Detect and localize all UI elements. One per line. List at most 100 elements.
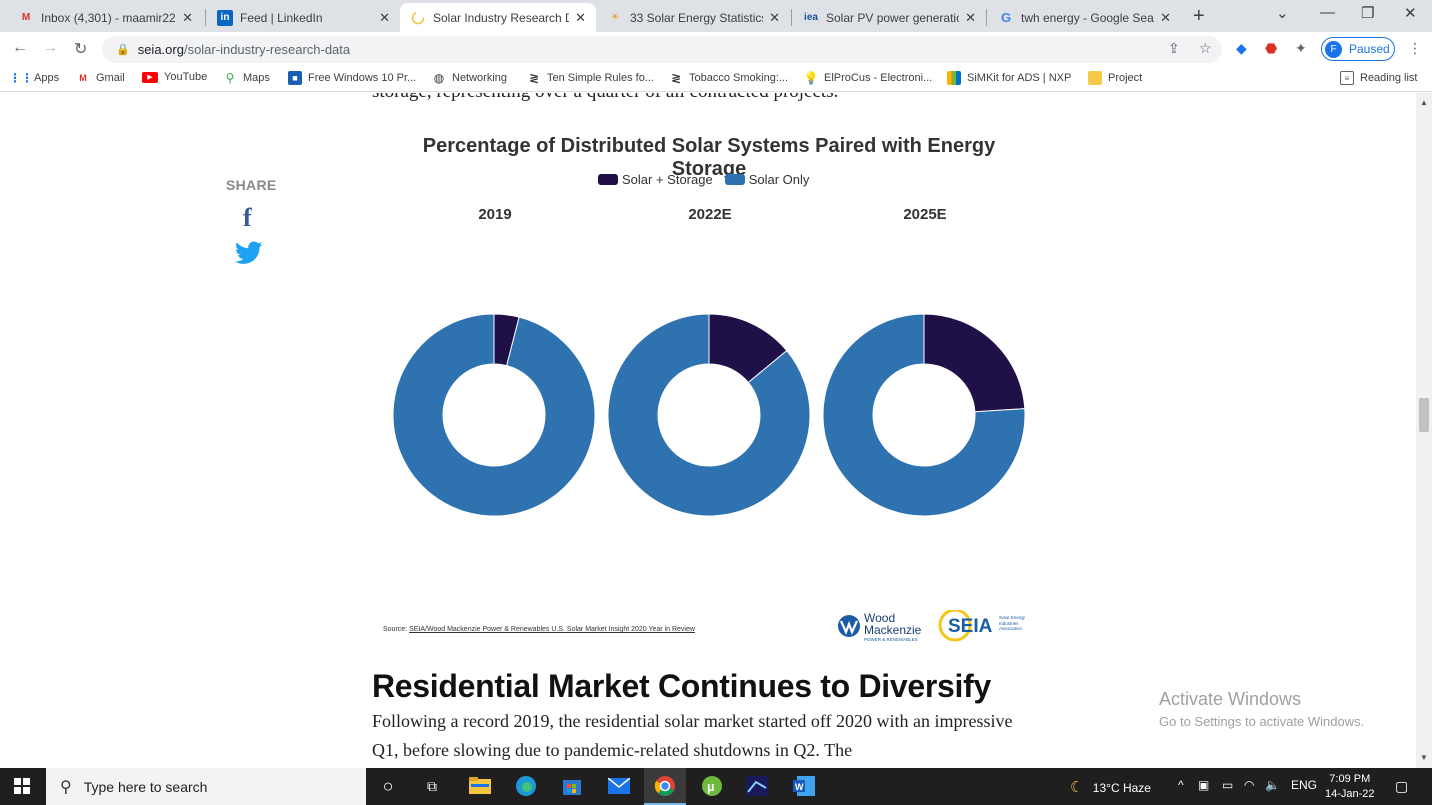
seia-logo: SEIA Solar Energy Industries Association — [938, 610, 1026, 642]
bookmark-elprocus[interactable]: 💡 ElProCus - Electroni... — [804, 71, 933, 85]
share-label: SHARE — [226, 177, 277, 193]
bookmark-maps[interactable]: ⚲ Maps — [223, 71, 270, 85]
mail-icon[interactable] — [607, 774, 631, 798]
iea-icon: iea — [804, 12, 818, 23]
chrome-taskbar-icon[interactable] — [644, 768, 686, 805]
google-icon: G — [1000, 10, 1012, 25]
donut-slice-2019-solar-only[interactable] — [392, 313, 596, 517]
profile-button[interactable]: F Paused — [1321, 37, 1395, 61]
extension-icon[interactable]: ◆ — [1236, 40, 1247, 57]
share-page-icon[interactable]: ⇪ — [1168, 40, 1180, 57]
logo-seia: SEIA — [948, 616, 993, 637]
loading-icon — [410, 10, 426, 26]
close-icon[interactable]: ✕ — [379, 10, 390, 26]
windows-icon: ■ — [288, 71, 302, 85]
bookmarks-bar: ⋮⋮ Apps M Gmail ▶ YouTube ⚲ Maps ■ Free Windo… — [0, 66, 1432, 92]
avatar: F — [1325, 40, 1342, 58]
section-heading: Residential Market Continues to Diversif… — [372, 668, 991, 704]
twitter-icon[interactable] — [234, 241, 263, 270]
app-icon[interactable] — [745, 774, 769, 798]
reading-list-button[interactable]: ≡ Reading list — [1340, 71, 1417, 85]
bookmark-nxp[interactable]: SiMKit for ADS | NXP — [947, 71, 1071, 85]
extensions-puzzle-icon[interactable]: ✦ — [1295, 40, 1307, 57]
forward-icon[interactable]: → — [42, 39, 58, 57]
tab-iea[interactable]: iea Solar PV power generation ✕ — [793, 3, 986, 32]
bookmark-project[interactable]: Project — [1088, 71, 1142, 85]
weather-widget[interactable]: ☾ 13°C Haze — [1070, 778, 1151, 796]
new-tab-button[interactable]: + — [1193, 5, 1205, 28]
logo-seia-sub: Solar Energy Industries Association — [999, 615, 1026, 631]
battery-icon[interactable]: ▭ — [1222, 778, 1233, 792]
minimize-icon[interactable]: — — [1320, 4, 1335, 21]
donut-slice-2025e-solar-storage[interactable] — [923, 313, 1026, 413]
menu-kebab-icon[interactable]: ⋮ — [1408, 40, 1422, 57]
source-link[interactable]: SEIA/Wood Mackenzie Power & Renewables U… — [409, 626, 695, 633]
globe-icon: ◍ — [433, 71, 445, 85]
address-bar[interactable]: 🔒 seia.org/solar-industry-research-data — [102, 36, 1222, 63]
donut-charts — [392, 313, 1026, 517]
restore-icon[interactable]: ❐ — [1361, 4, 1374, 22]
windows-taskbar: ⚲ Type here to search ○ ⧉ µ W ☾ 13°C Haz… — [0, 768, 1432, 805]
file-explorer-icon[interactable] — [468, 774, 492, 798]
legend-item-solar-only[interactable]: Solar Only — [724, 172, 809, 187]
wifi-icon[interactable]: ◠ — [1244, 778, 1254, 792]
bookmark-tobacco[interactable]: ≷ Tobacco Smoking:... — [669, 71, 788, 85]
taskbar-search-input[interactable]: ⚲ Type here to search — [46, 768, 366, 805]
close-icon[interactable]: ✕ — [769, 10, 780, 26]
legend-item-solar-storage[interactable]: Solar + Storage — [598, 172, 713, 187]
bookmark-gmail[interactable]: M Gmail — [76, 71, 124, 85]
scroll-up-icon[interactable]: ▲ — [1420, 98, 1428, 107]
tab-solar-stats[interactable]: ☀ 33 Solar Energy Statistics Yo ✕ — [597, 3, 790, 32]
taskbar-clock[interactable]: 7:09 PM 14-Jan-22 — [1325, 772, 1375, 802]
close-icon[interactable]: ✕ — [965, 10, 976, 26]
partner-logos: Wood Mackenzie POWER & RENEWABLES SEIA S… — [838, 610, 1026, 642]
close-window-icon[interactable]: ✕ — [1404, 4, 1417, 22]
logo-wm-line2: Mackenzie — [864, 623, 922, 637]
year-label-2025e: 2025E — [903, 206, 947, 223]
adblock-icon[interactable]: ⬣ — [1265, 40, 1277, 57]
back-icon[interactable]: ← — [12, 39, 28, 57]
tray-app-icon[interactable]: ▣ — [1198, 778, 1209, 792]
svg-text:W: W — [795, 782, 804, 792]
notifications-icon[interactable]: ▢ — [1395, 778, 1408, 795]
search-icon: ⚲ — [60, 778, 72, 796]
start-icon[interactable] — [10, 774, 34, 798]
folder-icon — [1088, 71, 1102, 85]
apps-grid-icon: ⋮⋮ — [9, 71, 33, 85]
legend-swatch — [724, 174, 745, 185]
close-icon[interactable]: ✕ — [182, 10, 193, 26]
tab-seia[interactable]: Solar Industry Research Dat ✕ — [400, 3, 596, 32]
article-paragraph: Following a record 2019, the residential… — [372, 711, 1013, 760]
word-icon[interactable]: W — [792, 774, 816, 798]
bookmark-windows10[interactable]: ■ Free Windows 10 Pr... — [288, 71, 416, 85]
tab-google[interactable]: G twh energy - Google Search ✕ — [988, 3, 1181, 32]
language-indicator[interactable]: ENG — [1291, 778, 1317, 792]
bookmark-star-icon[interactable]: ☆ — [1199, 40, 1212, 57]
weather-moon-icon: ☾ — [1070, 779, 1084, 796]
close-icon[interactable]: ✕ — [575, 10, 586, 26]
close-icon[interactable]: ✕ — [1160, 10, 1171, 26]
solar-icon: ☀ — [610, 12, 620, 23]
tab-linkedin[interactable]: in Feed | LinkedIn ✕ — [207, 3, 400, 32]
tab-gmail[interactable]: M Inbox (4,301) - maamir2200 ✕ — [8, 3, 203, 32]
edge-icon[interactable] — [514, 774, 538, 798]
tab-search-icon[interactable]: ⌄ — [1276, 4, 1289, 22]
utorrent-icon[interactable]: µ — [700, 774, 724, 798]
cortana-icon[interactable]: ○ — [376, 774, 400, 798]
lock-icon[interactable]: 🔒 — [116, 43, 130, 56]
bookmark-apps[interactable]: ⋮⋮ Apps — [9, 71, 59, 85]
youtube-icon: ▶ — [142, 71, 158, 83]
store-icon[interactable] — [560, 774, 584, 798]
scroll-thumb[interactable] — [1419, 398, 1429, 432]
scroll-down-icon[interactable]: ▼ — [1420, 753, 1428, 762]
bookmark-youtube[interactable]: ▶ YouTube — [142, 71, 207, 83]
volume-icon[interactable]: 🔈 — [1265, 778, 1280, 792]
task-view-icon[interactable]: ⧉ — [420, 774, 444, 798]
reload-icon[interactable]: ↻ — [74, 39, 87, 59]
bookmark-ten-simple-rules[interactable]: ≷ Ten Simple Rules fo... — [527, 71, 654, 85]
facebook-icon[interactable]: f — [243, 203, 252, 233]
page-scrollbar[interactable]: ▲ ▼ — [1416, 93, 1432, 768]
legend-swatch — [598, 174, 618, 185]
bookmark-networking[interactable]: ◍ Networking — [432, 71, 507, 85]
tray-overflow-icon[interactable]: ^ — [1178, 778, 1184, 792]
